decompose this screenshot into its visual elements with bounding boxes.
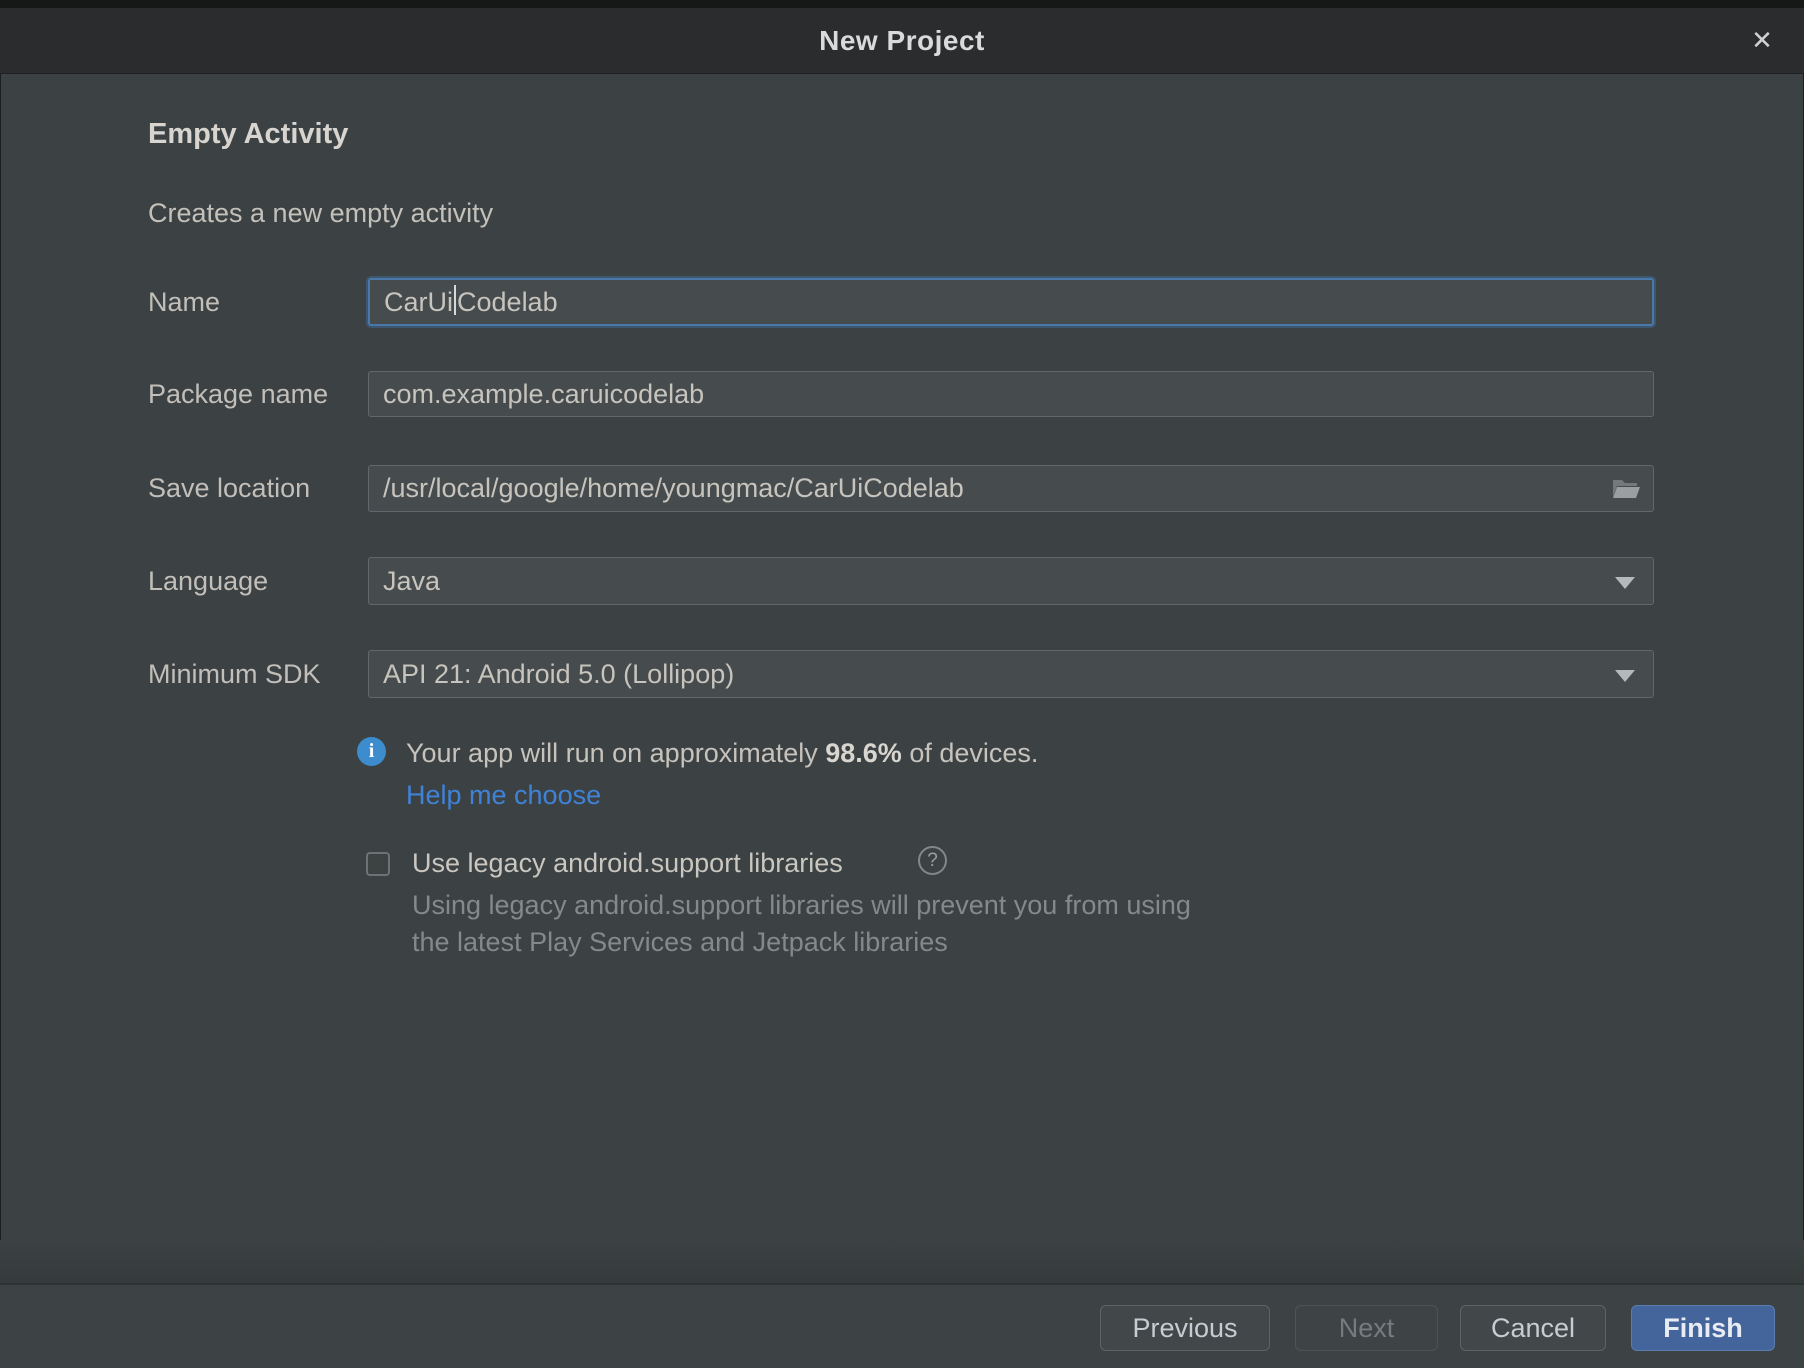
help-icon[interactable]: ? [918, 846, 947, 875]
finish-button[interactable]: Finish [1631, 1305, 1775, 1351]
help-me-choose-link[interactable]: Help me choose [406, 780, 601, 811]
package-name-input[interactable]: com.example.caruicodelab [368, 371, 1654, 417]
name-input[interactable]: CarUiCodelab [368, 278, 1654, 326]
save-location-row: Save location /usr/local/google/home/you… [148, 465, 1654, 512]
sdk-coverage-text-before: Your app will run on approximately [406, 738, 825, 768]
dialog-titlebar[interactable]: New Project ✕ [0, 8, 1804, 74]
minimum-sdk-select[interactable]: API 21: Android 5.0 (Lollipop) [368, 650, 1654, 698]
language-label: Language [148, 566, 368, 597]
new-project-dialog: { "dialog": { "title": "New Project", "c… [0, 0, 1804, 1368]
page-title: Empty Activity [148, 118, 348, 151]
legacy-support-label[interactable]: Use legacy android.support libraries [412, 848, 843, 879]
language-value: Java [383, 566, 440, 597]
minimum-sdk-row: Minimum SDK API 21: Android 5.0 (Lollipo… [148, 650, 1654, 698]
dialog-footer: Previous Next Cancel Finish [0, 1283, 1804, 1368]
sdk-coverage-percent: 98.6% [825, 738, 902, 768]
name-value-after-caret: Codelab [457, 287, 558, 318]
dialog-content: Empty Activity Creates a new empty activ… [0, 74, 1804, 1285]
cancel-button[interactable]: Cancel [1460, 1305, 1606, 1351]
text-caret [454, 285, 456, 315]
legacy-support-description: Using legacy android.support libraries w… [412, 890, 1191, 921]
legacy-support-checkbox[interactable] [366, 852, 390, 876]
next-button[interactable]: Next [1295, 1305, 1438, 1351]
minimum-sdk-value: API 21: Android 5.0 (Lollipop) [383, 659, 734, 690]
folder-open-icon[interactable] [1609, 474, 1643, 504]
package-name-value: com.example.caruicodelab [383, 379, 704, 410]
name-label: Name [148, 287, 368, 318]
save-location-value: /usr/local/google/home/youngmac/CarUiCod… [383, 473, 964, 504]
chevron-down-icon [1615, 670, 1635, 682]
previous-button[interactable]: Previous [1100, 1305, 1270, 1351]
package-name-label: Package name [148, 379, 368, 410]
info-icon: i [357, 737, 386, 766]
footer-shadow [0, 1240, 1804, 1283]
package-name-row: Package name com.example.caruicodelab [148, 371, 1654, 417]
close-icon[interactable]: ✕ [1742, 21, 1782, 61]
page-subtitle: Creates a new empty activity [148, 198, 493, 229]
save-location-input[interactable]: /usr/local/google/home/youngmac/CarUiCod… [368, 465, 1654, 512]
minimum-sdk-label: Minimum SDK [148, 659, 368, 690]
sdk-coverage-text: Your app will run on approximately 98.6%… [406, 738, 1038, 769]
name-value-before-caret: CarUi [384, 287, 453, 318]
name-row: Name CarUiCodelab [148, 278, 1654, 326]
legacy-support-description: the latest Play Services and Jetpack lib… [412, 927, 948, 958]
save-location-label: Save location [148, 473, 368, 504]
chevron-down-icon [1615, 577, 1635, 589]
language-row: Language Java [148, 557, 1654, 605]
window-top-edge [0, 0, 1804, 8]
dialog-title: New Project [819, 25, 985, 57]
sdk-coverage-text-after: of devices. [902, 738, 1039, 768]
language-select[interactable]: Java [368, 557, 1654, 605]
